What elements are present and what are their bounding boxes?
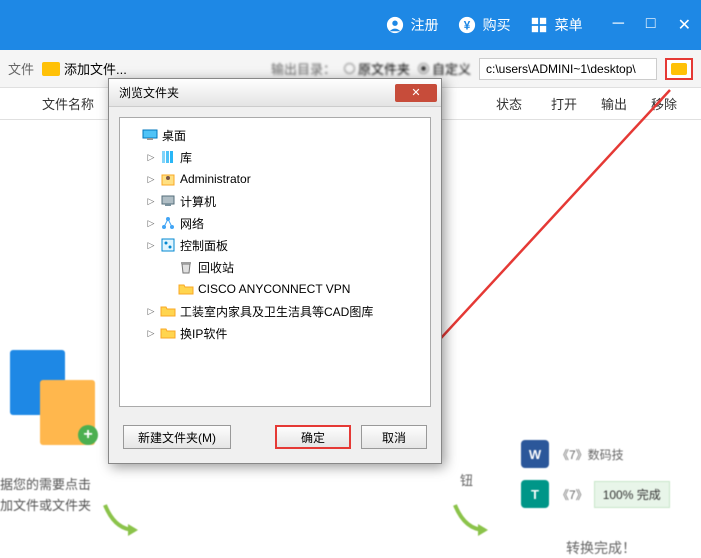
expander-icon[interactable]: ▷	[146, 174, 156, 185]
dialog-title-text: 浏览文件夹	[119, 84, 179, 101]
computer-icon	[160, 193, 176, 209]
folder-icon	[160, 303, 176, 319]
tree-item[interactable]: 桌面	[124, 124, 426, 146]
folder-icon	[671, 63, 687, 75]
tree-item[interactable]: ▷库	[124, 146, 426, 168]
add-files-button[interactable]: 添加文件...	[42, 59, 127, 78]
output-path-field[interactable]: c:\users\ADMINI~1\desktop\	[479, 58, 657, 80]
help-text: 据您的需要点击 加文件或文件夹	[0, 475, 91, 517]
progress-badge: 100% 完成	[594, 481, 670, 508]
register-label: 注册	[411, 15, 439, 35]
tree-item-label: CISCO ANYCONNECT VPN	[198, 282, 350, 296]
tree-item[interactable]: 回收站	[124, 256, 426, 278]
tree-item-label: 库	[180, 149, 192, 166]
browse-folder-dialog: 浏览文件夹 ✕ 桌面▷库▷Administrator▷计算机▷网络▷控制面板回收…	[108, 78, 442, 464]
dialog-titlebar[interactable]: 浏览文件夹 ✕	[109, 79, 441, 107]
radio-original[interactable]: 原文件夹	[344, 59, 410, 78]
tree-item-label: 计算机	[180, 193, 216, 210]
result-row-word: W 《7》数码技	[521, 440, 681, 468]
curved-arrow-icon	[450, 500, 490, 540]
convert-done-label: 转换完成！	[521, 538, 681, 558]
minimize-button[interactable]: ─	[613, 15, 624, 35]
svg-text:¥: ¥	[463, 20, 470, 33]
result-row-text: T 《7》 100% 完成	[521, 480, 681, 508]
tree-item[interactable]: ▷ Administrator	[124, 168, 426, 190]
tree-item-label: 工装室内家具及卫生洁具等CAD图库	[180, 303, 373, 320]
window-controls: ─ □ ✕	[613, 15, 691, 35]
folder-icon	[160, 325, 176, 341]
register-link[interactable]: 注册	[385, 15, 439, 35]
text-icon: T	[521, 480, 549, 508]
tree-item-label: 桌面	[162, 127, 186, 144]
expander-icon[interactable]: ▷	[146, 306, 156, 317]
expander-icon[interactable]: ▷	[146, 196, 156, 207]
dialog-close-button[interactable]: ✕	[395, 84, 437, 102]
browse-folder-button[interactable]	[665, 58, 693, 80]
curved-arrow-icon	[100, 500, 140, 540]
user-icon	[160, 171, 176, 187]
right-result-panel: W 《7》数码技 T 《7》 100% 完成 转换完成！	[521, 440, 681, 558]
tree-item-label: 控制面板	[180, 237, 228, 254]
tree-item-label: Administrator	[180, 172, 251, 186]
control-icon	[160, 237, 176, 253]
tree-item[interactable]: ▷ 控制面板	[124, 234, 426, 256]
titlebar: 注册 ¥ 购买 菜单 ─ □ ✕	[0, 0, 701, 50]
tree-item[interactable]: CISCO ANYCONNECT VPN	[124, 278, 426, 300]
tree-item-label: 网络	[180, 215, 204, 232]
folder-icon	[42, 62, 60, 76]
tree-item[interactable]: ▷ 网络	[124, 212, 426, 234]
maximize-button[interactable]: □	[646, 15, 656, 35]
expander-icon[interactable]: ▷	[146, 328, 156, 339]
buy-label: 购买	[483, 15, 511, 35]
tree-item-label: 换IP软件	[180, 325, 227, 342]
header-status: 状态	[479, 94, 539, 113]
new-folder-button[interactable]: 新建文件夹(M)	[123, 425, 231, 449]
tree-item[interactable]: ▷ 换IP软件	[124, 322, 426, 344]
header-remove: 移除	[639, 94, 689, 113]
desktop-icon	[142, 127, 158, 143]
word-icon: W	[521, 440, 549, 468]
menu-link[interactable]: 菜单	[529, 15, 583, 35]
network-icon	[160, 215, 176, 231]
add-files-illustration: + +	[10, 350, 100, 450]
menu-label: 菜单	[555, 15, 583, 35]
tree-item[interactable]: ▷ 计算机	[124, 190, 426, 212]
output-dir-label: 输出目录：	[271, 59, 336, 78]
folder-icon	[178, 281, 194, 297]
grid-icon	[529, 15, 549, 35]
tree-item[interactable]: ▷ 工装室内家具及卫生洁具等CAD图库	[124, 300, 426, 322]
radio-custom[interactable]: 自定义	[418, 59, 471, 78]
center-hint-fragment: 钮	[460, 470, 473, 489]
dialog-button-row: 新建文件夹(M) 确定 取消	[109, 417, 441, 463]
tree-item-label: 回收站	[198, 259, 234, 276]
buy-link[interactable]: ¥ 购买	[457, 15, 511, 35]
folder-tree[interactable]: 桌面▷库▷Administrator▷计算机▷网络▷控制面板回收站CISCO A…	[119, 117, 431, 407]
file-label: 文件	[8, 59, 34, 78]
user-icon	[385, 15, 405, 35]
expander-icon[interactable]: ▷	[146, 218, 156, 229]
header-output: 输出	[589, 94, 639, 113]
header-open: 打开	[539, 94, 589, 113]
close-button[interactable]: ✕	[678, 15, 691, 35]
expander-icon[interactable]: ▷	[146, 152, 156, 163]
library-icon	[160, 149, 176, 165]
recycle-icon	[178, 259, 194, 275]
cancel-button[interactable]: 取消	[361, 425, 427, 449]
ok-button[interactable]: 确定	[275, 425, 351, 449]
yen-icon: ¥	[457, 15, 477, 35]
expander-icon[interactable]: ▷	[146, 240, 156, 251]
add-files-label: 添加文件...	[64, 59, 127, 78]
